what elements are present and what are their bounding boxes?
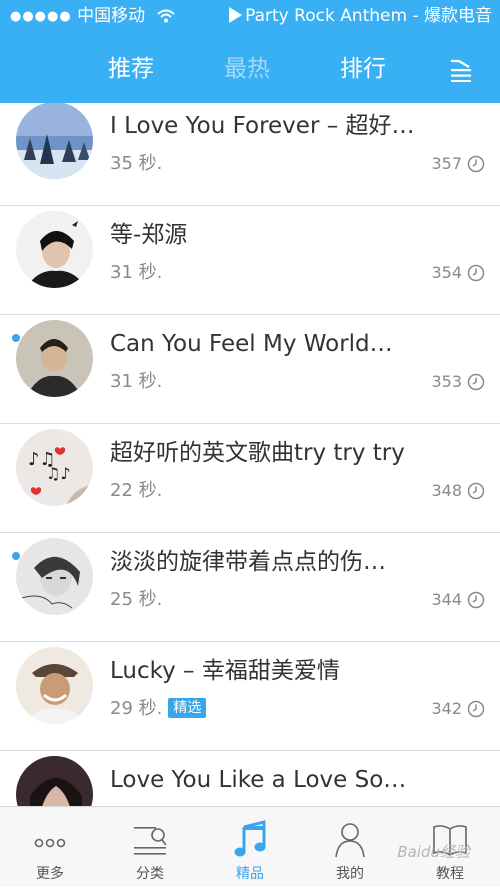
clock-icon bbox=[467, 591, 485, 609]
avatar bbox=[16, 103, 93, 179]
status-left: ●●●●● 中国移动 bbox=[10, 0, 175, 33]
tabbar-mine[interactable]: 我的 bbox=[300, 807, 400, 888]
duration-value: 31 秒. bbox=[110, 371, 163, 392]
play-count: 342 bbox=[431, 699, 462, 718]
duration-value: 35 秒. bbox=[110, 153, 163, 174]
avatar bbox=[16, 647, 93, 724]
signal-dots-icon: ●●●●● bbox=[10, 9, 72, 24]
song-title: I Love You Forever – 超好… bbox=[110, 113, 415, 139]
avatar bbox=[16, 756, 93, 806]
song-title: 等-郑源 bbox=[110, 222, 188, 248]
clock-icon bbox=[467, 155, 485, 173]
tabbar-category[interactable]: 分类 bbox=[100, 807, 200, 888]
tabbar-featured[interactable]: 精品 bbox=[200, 807, 300, 888]
clock-icon bbox=[467, 264, 485, 282]
menu-icon[interactable] bbox=[448, 56, 474, 82]
song-duration: 35 秒. bbox=[110, 151, 162, 177]
bottom-tab-bar: 更多 分类 精品 我的 教程 Baidu经验 bbox=[0, 806, 500, 887]
song-list: I Love You Forever – 超好… 35 秒. 357 等-郑源 … bbox=[0, 103, 500, 806]
now-playing[interactable]: Party Rock Anthem - 爆款电音 bbox=[229, 0, 492, 32]
clock-icon bbox=[467, 482, 485, 500]
list-item[interactable]: 等-郑源 31 秒. 354 bbox=[0, 206, 500, 315]
list-item[interactable]: I Love You Forever – 超好… 35 秒. 357 bbox=[0, 103, 500, 206]
carrier-label: 中国移动 bbox=[77, 6, 146, 26]
tabbar-label: 分类 bbox=[136, 866, 164, 882]
more-dots-icon bbox=[34, 838, 66, 848]
tab-hottest[interactable]: 最热 bbox=[224, 50, 270, 88]
duration-value: 31 秒. bbox=[110, 262, 163, 283]
play-count: 354 bbox=[431, 263, 462, 282]
music-note-icon bbox=[234, 820, 266, 857]
person-icon bbox=[335, 823, 365, 858]
song-duration: 22 秒. bbox=[110, 478, 162, 504]
play-count: 344 bbox=[431, 590, 462, 609]
song-duration: 29 秒. 精选 bbox=[110, 696, 207, 722]
tabbar-label: 教程 bbox=[436, 866, 464, 882]
play-count: 348 bbox=[431, 481, 462, 500]
top-header: ●●●●● 中国移动 Party Rock Anthem - 爆款电音 推荐 最… bbox=[0, 0, 500, 103]
tabbar-label: 我的 bbox=[336, 866, 364, 882]
wifi-icon bbox=[156, 9, 175, 23]
clock-icon bbox=[467, 373, 485, 391]
avatar bbox=[16, 538, 93, 615]
duration-value: 29 秒. bbox=[110, 698, 163, 719]
watermark: Baidu经验 bbox=[397, 843, 470, 861]
tab-ranking[interactable]: 排行 bbox=[340, 50, 386, 88]
unread-dot bbox=[12, 552, 20, 560]
song-title: 超好听的英文歌曲try try try bbox=[110, 440, 405, 466]
song-duration: 31 秒. bbox=[110, 260, 162, 286]
avatar bbox=[16, 211, 93, 288]
list-item[interactable]: 淡淡的旋律带着点点的伤… 25 秒. 344 bbox=[0, 533, 500, 642]
clock-icon bbox=[467, 700, 485, 718]
svg-text:♫♪: ♫♪ bbox=[46, 464, 71, 483]
duration-value: 22 秒. bbox=[110, 480, 163, 501]
play-count: 357 bbox=[431, 154, 462, 173]
list-item[interactable]: Lucky – 幸福甜美爱情 29 秒. 精选 342 bbox=[0, 642, 500, 751]
play-icon bbox=[229, 7, 243, 23]
tab-recommend[interactable]: 推荐 bbox=[108, 50, 154, 88]
song-title: Love You Like a Love So… bbox=[110, 767, 407, 793]
tabbar-label: 精品 bbox=[236, 866, 264, 882]
tabbar-label: 更多 bbox=[36, 866, 64, 882]
featured-badge: 精选 bbox=[168, 698, 207, 718]
song-duration: 31 秒. bbox=[110, 369, 162, 395]
category-search-icon bbox=[134, 827, 167, 855]
avatar: ♪♫ ♫♪ bbox=[16, 429, 93, 506]
duration-value: 25 秒. bbox=[110, 589, 163, 610]
top-tabs: 推荐 最热 排行 bbox=[0, 50, 500, 90]
tabbar-more[interactable]: 更多 bbox=[0, 807, 100, 888]
avatar bbox=[16, 320, 93, 397]
now-playing-label: Party Rock Anthem - 爆款电音 bbox=[245, 6, 492, 26]
play-count: 353 bbox=[431, 372, 462, 391]
list-item[interactable]: ♪♫ ♫♪ 超好听的英文歌曲try try try 22 秒. 348 bbox=[0, 424, 500, 533]
song-title: 淡淡的旋律带着点点的伤… bbox=[110, 549, 386, 575]
list-item[interactable]: Can You Feel My World… 31 秒. 353 bbox=[0, 315, 500, 424]
song-duration: 25 秒. bbox=[110, 587, 162, 613]
unread-dot bbox=[12, 334, 20, 342]
status-bar: ●●●●● 中国移动 Party Rock Anthem - 爆款电音 bbox=[0, 0, 500, 32]
list-item[interactable]: Love You Like a Love So… bbox=[0, 751, 500, 806]
song-title: Can You Feel My World… bbox=[110, 331, 393, 357]
song-title: Lucky – 幸福甜美爱情 bbox=[110, 658, 340, 684]
